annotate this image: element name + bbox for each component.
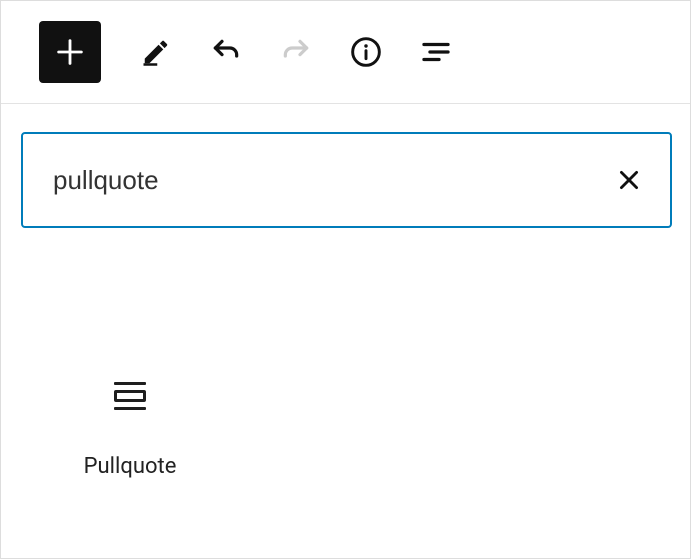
search-box[interactable] (21, 132, 672, 228)
block-option-label: Pullquote (84, 454, 177, 479)
block-search-panel (1, 104, 690, 228)
add-block-button[interactable] (39, 21, 101, 83)
info-icon (350, 36, 382, 68)
pencil-icon (141, 37, 171, 67)
plus-icon (53, 35, 87, 69)
edit-button[interactable] (141, 37, 171, 67)
search-input[interactable] (53, 165, 610, 196)
close-icon (616, 167, 642, 193)
editor-frame: Pullquote (0, 0, 691, 559)
outline-button[interactable] (421, 37, 451, 67)
info-button[interactable] (351, 37, 381, 67)
undo-button[interactable] (211, 37, 241, 67)
block-option-pullquote[interactable]: Pullquote (25, 368, 235, 499)
redo-button (281, 37, 311, 67)
clear-search-button[interactable] (610, 161, 648, 199)
editor-toolbar (1, 1, 690, 104)
redo-icon (280, 36, 312, 68)
search-results: Pullquote (1, 228, 690, 499)
pullquote-icon (112, 378, 148, 414)
outline-icon (418, 34, 454, 70)
undo-icon (210, 36, 242, 68)
